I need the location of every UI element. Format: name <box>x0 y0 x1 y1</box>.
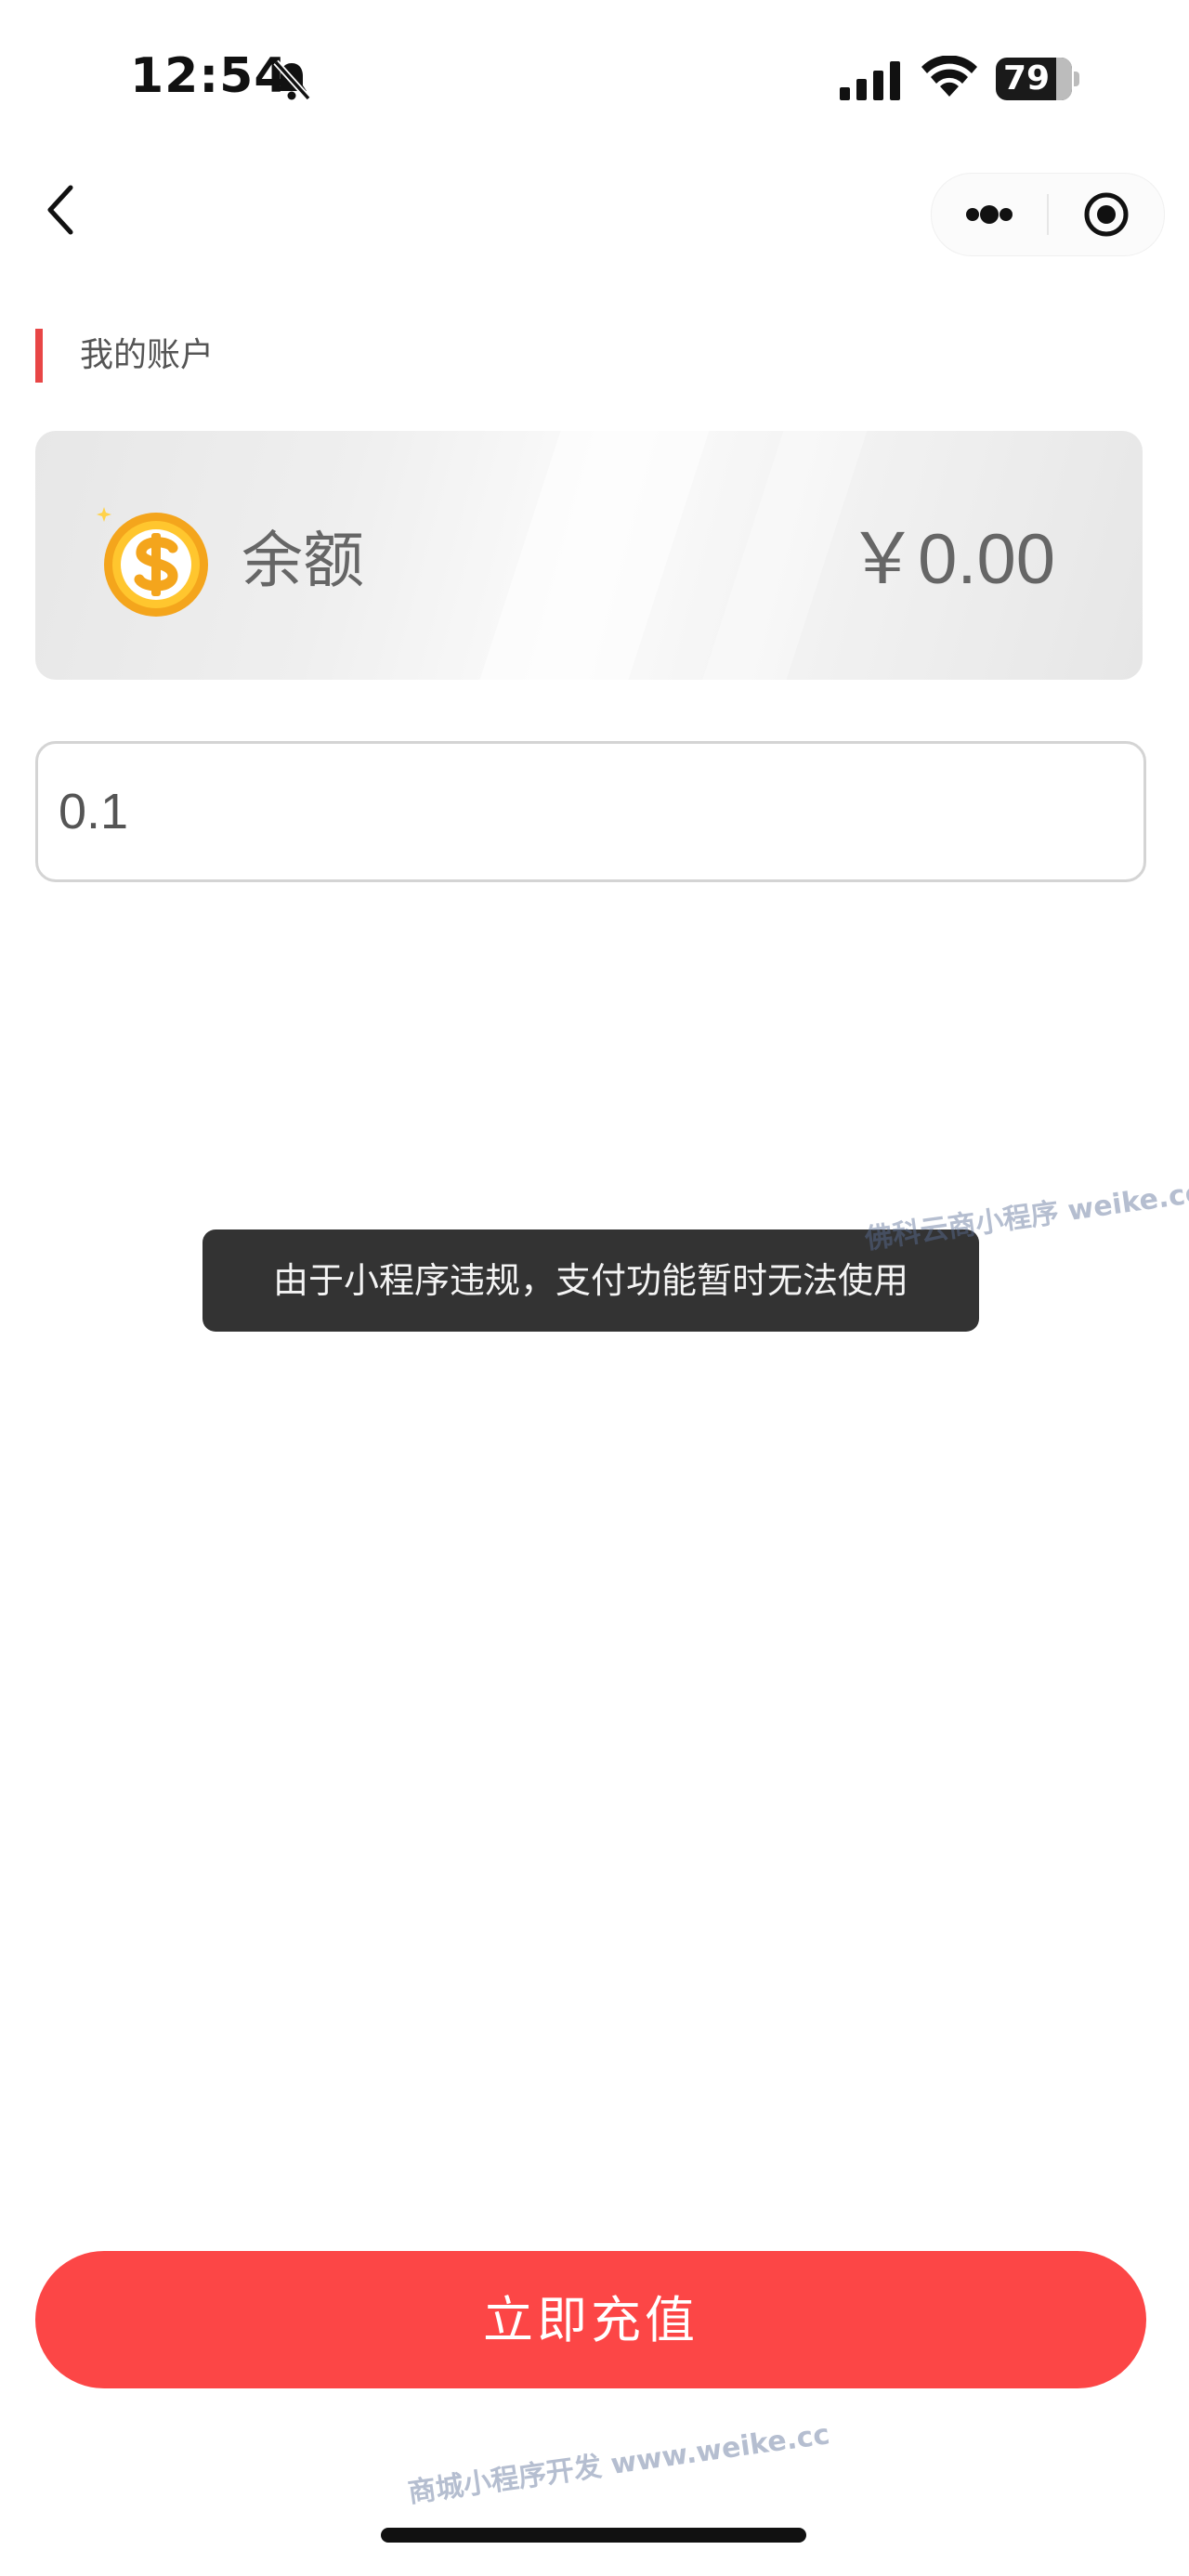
section-accent-bar <box>35 329 43 383</box>
status-time: 12:54 <box>130 48 289 104</box>
battery-level-text: 79 <box>1002 59 1051 98</box>
battery-body: 79 <box>996 58 1072 100</box>
mini-program-capsule <box>931 173 1165 256</box>
watermark: 佛科云商小程序 weike.cc <box>863 1177 1189 1256</box>
amount-input[interactable] <box>35 741 1146 882</box>
back-button[interactable] <box>33 176 89 243</box>
target-circle-icon[interactable] <box>1049 174 1164 255</box>
battery-indicator: 79 <box>996 58 1079 100</box>
recharge-page: 12:54 79 我的账户 余额 ￥0.00 0.1 由于小程序违规，支付功能暂… <box>0 0 1189 2576</box>
bell-muted-icon <box>273 59 311 101</box>
card-sheen <box>464 431 722 680</box>
home-indicator <box>381 2528 806 2543</box>
balance-card: 余额 ￥0.00 <box>35 431 1143 680</box>
section-title: 我的账户 <box>80 336 215 374</box>
signal-icon <box>840 61 900 100</box>
balance-value: ￥0.00 <box>847 520 1055 599</box>
balance-label: 余额 <box>242 525 364 596</box>
watermark: 商城小程序开发 www.weike.cc <box>406 2418 832 2510</box>
more-dots-icon[interactable] <box>932 174 1047 255</box>
toast: 由于小程序违规，支付功能暂时无法使用 <box>203 1229 979 1332</box>
battery-nub <box>1074 72 1079 86</box>
recharge-button[interactable]: 立即充值 <box>35 2251 1146 2388</box>
battery-empty-part <box>1056 58 1072 100</box>
dollar-coin-icon <box>97 507 208 617</box>
wifi-icon <box>921 56 977 97</box>
toast-message: 由于小程序违规，支付功能暂时无法使用 <box>272 1260 908 1301</box>
